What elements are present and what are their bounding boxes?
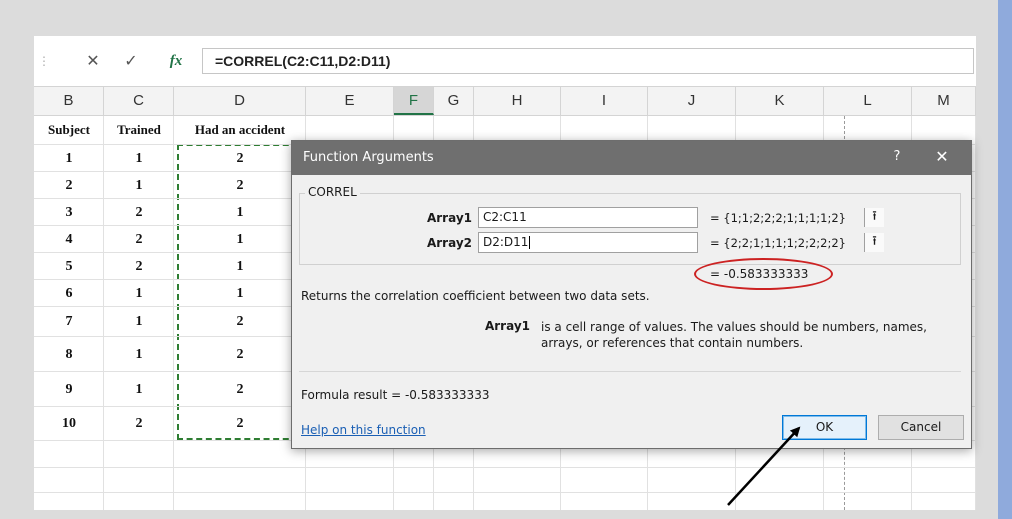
table-cell[interactable]: 1 (104, 314, 174, 330)
array1-label: Array1 (426, 211, 472, 225)
function-description: Returns the correlation coefficient betw… (301, 289, 650, 303)
column-header-f[interactable]: F (394, 87, 434, 115)
column-header-m[interactable]: M (912, 87, 976, 115)
table-cell[interactable]: 1 (104, 347, 174, 363)
table-cell[interactable]: 2 (174, 347, 306, 363)
table-cell[interactable]: 1 (174, 259, 306, 275)
enter-formula-icon[interactable]: ✓ (120, 50, 142, 72)
annotation-circle (694, 258, 833, 290)
column-header-g[interactable]: G (434, 87, 474, 115)
grid-row-line (34, 492, 976, 493)
cancel-button[interactable]: Cancel (878, 415, 964, 440)
column-header-d[interactable]: D (174, 87, 306, 115)
dialog-title: Function Arguments (303, 150, 434, 165)
table-header-cell[interactable]: Trained (104, 122, 174, 138)
table-cell[interactable]: 10 (34, 416, 104, 432)
grid-column-line (173, 116, 174, 510)
table-cell[interactable]: 2 (104, 205, 174, 221)
table-cell[interactable]: 2 (174, 151, 306, 167)
table-cell[interactable]: 5 (34, 259, 104, 275)
column-header-h[interactable]: H (474, 87, 561, 115)
table-cell[interactable]: 7 (34, 314, 104, 330)
column-header-j[interactable]: J (648, 87, 736, 115)
argument-help-text: is a cell range of values. The values sh… (541, 320, 927, 350)
grid-row-line (34, 467, 976, 468)
table-cell[interactable]: 1 (104, 151, 174, 167)
function-arguments-dialog: Function Arguments ? ✕ CORREL Array1 C2:… (291, 140, 972, 449)
ok-button[interactable]: OK (782, 415, 867, 440)
table-cell[interactable]: 1 (104, 286, 174, 302)
window-edge (998, 0, 1012, 519)
table-cell[interactable]: 1 (104, 382, 174, 398)
table-cell[interactable]: 4 (34, 232, 104, 248)
table-header-cell[interactable]: Had an accident (174, 122, 306, 138)
column-header-i[interactable]: I (561, 87, 648, 115)
array2-input[interactable]: D2:D11 ⭱ (478, 232, 884, 253)
table-cell[interactable]: 6 (34, 286, 104, 302)
function-name: CORREL (305, 185, 360, 199)
formula-input[interactable]: =CORREL(C2:C11,D2:D11) (202, 48, 974, 74)
array2-label: Array2 (426, 236, 472, 250)
column-header-k[interactable]: K (736, 87, 824, 115)
table-cell[interactable]: 9 (34, 382, 104, 398)
table-cell[interactable]: 1 (34, 151, 104, 167)
table-cell[interactable]: 2 (104, 416, 174, 432)
column-header-l[interactable]: L (824, 87, 912, 115)
column-headers: BCDEFGHIJKLM (34, 86, 976, 116)
array2-evaluated: = {2;2;1;1;1;1;2;2;2;2} (710, 236, 846, 250)
array2-value: D2:D11 (483, 235, 529, 249)
table-cell[interactable]: 1 (104, 178, 174, 194)
cancel-formula-icon[interactable]: ✕ (82, 50, 104, 72)
insert-function-icon[interactable]: fx (164, 50, 188, 72)
array1-input[interactable]: C2:C11 ⭱ (478, 207, 884, 228)
column-header-c[interactable]: C (104, 87, 174, 115)
array1-value: C2:C11 (483, 210, 527, 224)
formula-bar: ⋮ ✕ ✓ fx =CORREL(C2:C11,D2:D11) (34, 36, 976, 86)
help-icon[interactable]: ? (888, 149, 906, 164)
table-cell[interactable]: 2 (174, 416, 306, 432)
dialog-divider (299, 371, 961, 372)
formula-bar-grip: ⋮ (38, 54, 50, 68)
table-cell[interactable]: 1 (174, 286, 306, 302)
grid-column-line (103, 116, 104, 510)
help-on-function-link[interactable]: Help on this function (301, 423, 426, 437)
table-cell[interactable]: 3 (34, 205, 104, 221)
column-header-e[interactable]: E (306, 87, 394, 115)
dialog-title-bar[interactable]: Function Arguments ? ✕ (292, 141, 971, 175)
table-header-cell[interactable]: Subject (34, 122, 104, 138)
array1-evaluated: = {1;1;2;2;2;1;1;1;1;2} (710, 211, 846, 225)
table-cell[interactable]: 2 (174, 382, 306, 398)
argument-help-name: Array1 (484, 319, 530, 333)
grid-column-line (975, 116, 976, 510)
array1-collapse-icon[interactable]: ⭱ (864, 208, 884, 227)
table-cell[interactable]: 2 (104, 259, 174, 275)
table-cell[interactable]: 2 (174, 178, 306, 194)
table-cell[interactable]: 1 (174, 205, 306, 221)
table-cell[interactable]: 1 (174, 232, 306, 248)
formula-result: Formula result = -0.583333333 (301, 388, 490, 402)
table-cell[interactable]: 2 (104, 232, 174, 248)
text-caret (529, 236, 531, 249)
array2-collapse-icon[interactable]: ⭱ (864, 233, 884, 252)
close-icon[interactable]: ✕ (932, 147, 952, 166)
arguments-group (299, 193, 961, 265)
table-cell[interactable]: 2 (174, 314, 306, 330)
table-cell[interactable]: 8 (34, 347, 104, 363)
column-header-b[interactable]: B (34, 87, 104, 115)
table-cell[interactable]: 2 (34, 178, 104, 194)
